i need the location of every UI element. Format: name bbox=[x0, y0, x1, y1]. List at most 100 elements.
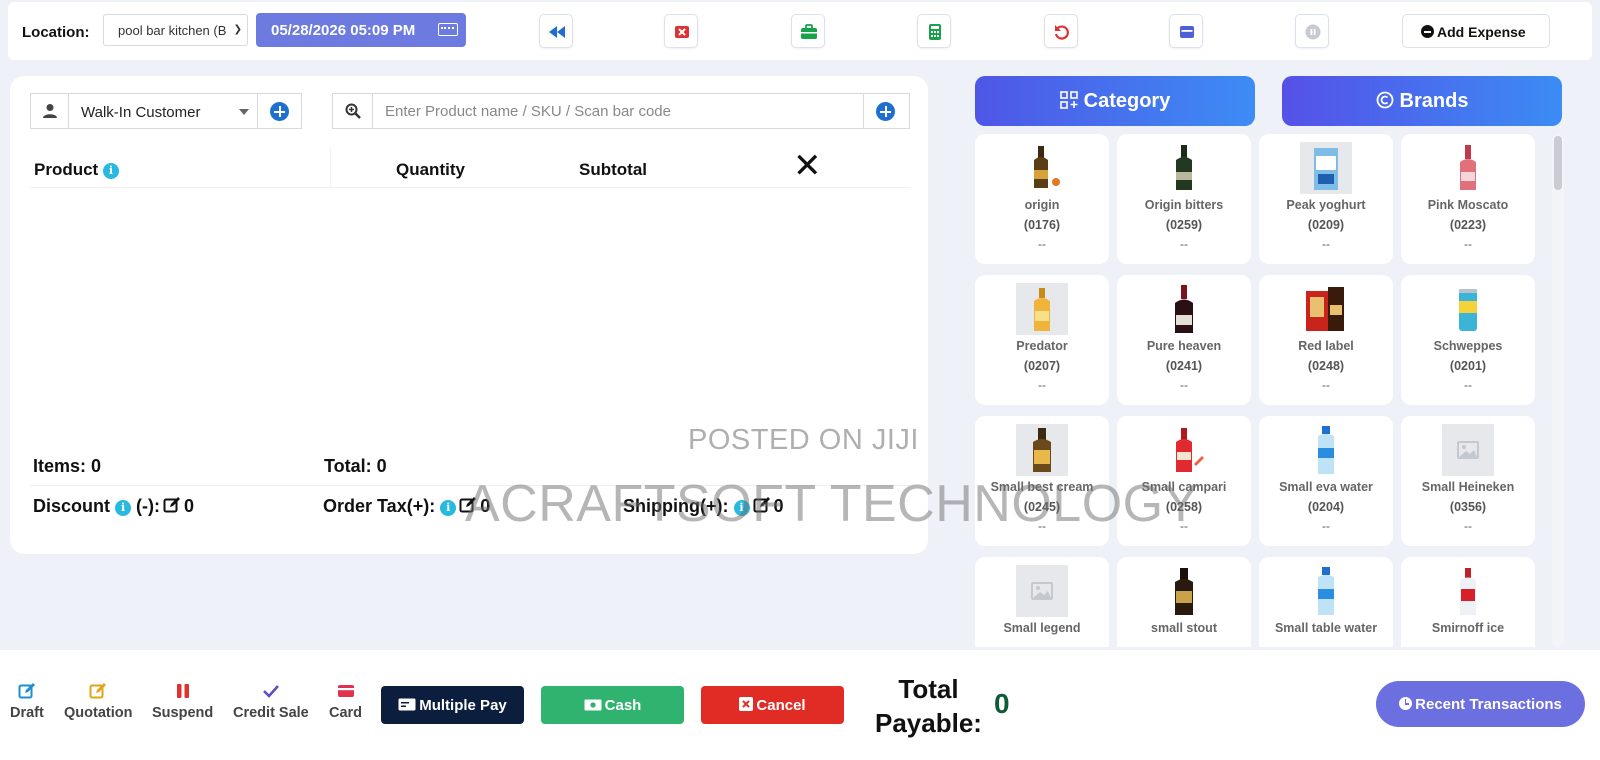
product-card[interactable]: origin (0176) -- bbox=[975, 134, 1109, 264]
product-sku: (0356) bbox=[1449, 500, 1487, 514]
location-select[interactable]: pool bar kitchen (B ❯ bbox=[103, 14, 248, 46]
cancel-button[interactable]: Cancel bbox=[701, 686, 844, 724]
product-sku: (0259) bbox=[1165, 218, 1203, 232]
register-details-button[interactable] bbox=[791, 14, 825, 48]
product-name: Small legend bbox=[1003, 621, 1081, 635]
scrollbar-thumb[interactable] bbox=[1554, 136, 1562, 190]
money-check-icon bbox=[398, 698, 416, 711]
brands-label: Brands bbox=[1399, 90, 1469, 112]
info-icon[interactable]: i bbox=[115, 500, 132, 516]
product-price: -- bbox=[1180, 237, 1188, 251]
close-square-icon bbox=[739, 697, 754, 711]
go-back-button[interactable] bbox=[539, 14, 573, 48]
product-card[interactable]: Pure heaven (0241) -- bbox=[1117, 275, 1251, 405]
transaction-datetime[interactable]: 05/28/2026 05:09 PM bbox=[256, 13, 466, 47]
plus-circle-icon bbox=[876, 102, 895, 121]
total-payable-label: Total Payable: bbox=[875, 674, 982, 738]
recent-transactions-button[interactable]: Recent Transactions bbox=[1376, 681, 1585, 727]
add-customer-button[interactable] bbox=[258, 93, 302, 129]
pause-button[interactable] bbox=[1295, 14, 1329, 48]
product-card[interactable]: Pink Moscato (0223) -- bbox=[1401, 134, 1535, 264]
product-search-input[interactable] bbox=[372, 93, 864, 129]
add-product-button[interactable] bbox=[864, 93, 910, 129]
product-thumbnail bbox=[1016, 565, 1068, 617]
brands-button[interactable]: Brands bbox=[1282, 76, 1562, 126]
items-count: Items: 0 bbox=[33, 456, 102, 476]
product-price: -- bbox=[1322, 378, 1330, 392]
product-name: Red label bbox=[1298, 339, 1354, 353]
product-name: Peak yoghurt bbox=[1286, 198, 1366, 212]
product-card[interactable]: Peak yoghurt (0209) -- bbox=[1259, 134, 1393, 264]
add-expense-button[interactable]: Add Expense bbox=[1402, 14, 1550, 48]
info-icon[interactable]: i bbox=[440, 500, 457, 516]
chevron-down-icon: ❯ bbox=[233, 24, 242, 35]
product-card[interactable]: Small table water bbox=[1259, 557, 1393, 647]
product-price: -- bbox=[1464, 237, 1472, 251]
undo-icon bbox=[1054, 25, 1069, 40]
product-name: Smirnoff ice bbox=[1431, 621, 1505, 635]
product-name: Small eva water bbox=[1279, 480, 1373, 494]
product-card[interactable]: Small eva water (0204) -- bbox=[1259, 416, 1393, 546]
product-name: Pink Moscato bbox=[1427, 198, 1509, 212]
product-name: small stout bbox=[1151, 621, 1217, 635]
product-sku: (0209) bbox=[1307, 218, 1345, 232]
column-quantity: Quantity bbox=[396, 160, 465, 179]
draft-button[interactable]: Draft bbox=[10, 682, 44, 721]
search-plus-icon bbox=[345, 103, 361, 119]
product-card[interactable]: Red label (0248) -- bbox=[1259, 275, 1393, 405]
customer-display-button[interactable] bbox=[1169, 14, 1203, 48]
product-card[interactable]: Small legend bbox=[975, 557, 1109, 647]
total-payable-value: 0 bbox=[994, 688, 1010, 719]
product-price: -- bbox=[1038, 237, 1046, 251]
multiple-pay-button[interactable]: Multiple Pay bbox=[381, 686, 524, 724]
keyboard-icon bbox=[438, 23, 458, 36]
window-icon bbox=[1180, 26, 1194, 38]
product-card[interactable]: Predator (0207) -- bbox=[975, 275, 1109, 405]
product-thumbnail bbox=[1158, 565, 1210, 617]
credit-card-icon bbox=[337, 685, 354, 697]
product-name: origin bbox=[1024, 198, 1060, 212]
edit-icon bbox=[89, 683, 107, 699]
grid-plus-icon bbox=[1059, 91, 1078, 109]
product-card[interactable]: Origin bitters (0259) -- bbox=[1117, 134, 1251, 264]
product-sku: (0207) bbox=[1023, 359, 1061, 373]
product-card[interactable]: Small Heineken (0356) -- bbox=[1401, 416, 1535, 546]
edit-icon bbox=[18, 683, 35, 699]
product-thumbnail bbox=[1300, 424, 1352, 476]
rewind-icon bbox=[549, 26, 565, 38]
plus-circle-icon bbox=[270, 102, 289, 121]
product-thumbnail bbox=[1158, 142, 1210, 194]
location-label: Location: bbox=[22, 24, 90, 41]
close-register-button[interactable] bbox=[664, 14, 698, 48]
calculator-button[interactable] bbox=[917, 14, 951, 48]
check-icon bbox=[262, 685, 279, 698]
customer-select[interactable]: Walk-In Customer bbox=[68, 93, 258, 129]
suspend-button[interactable]: Suspend bbox=[152, 682, 213, 721]
quotation-button[interactable]: Quotation bbox=[64, 682, 132, 721]
edit-icon[interactable] bbox=[163, 496, 181, 514]
product-card[interactable]: Smirnoff ice bbox=[1401, 557, 1535, 647]
product-sku: (0176) bbox=[1023, 218, 1061, 232]
product-card[interactable]: Schweppes (0201) -- bbox=[1401, 275, 1535, 405]
category-label: Category bbox=[1083, 90, 1171, 112]
add-expense-label: Add Expense bbox=[1437, 24, 1526, 40]
discount-value: 0 bbox=[184, 496, 195, 516]
search-icon-box bbox=[332, 93, 372, 129]
product-card[interactable]: small stout bbox=[1117, 557, 1251, 647]
product-thumbnail bbox=[1158, 424, 1210, 476]
cart-table-header: Product i Quantity Subtotal ✕ bbox=[30, 146, 910, 188]
product-grid-scrollbar[interactable] bbox=[1552, 134, 1564, 647]
cash-button[interactable]: Cash bbox=[541, 686, 684, 724]
product-thumbnail bbox=[1016, 424, 1068, 476]
refund-button[interactable] bbox=[1044, 14, 1078, 48]
credit-sale-button[interactable]: Credit Sale bbox=[233, 682, 309, 721]
product-price: -- bbox=[1464, 378, 1472, 392]
customer-icon-box bbox=[30, 93, 68, 129]
category-button[interactable]: Category bbox=[975, 76, 1255, 126]
info-icon[interactable]: i bbox=[102, 163, 119, 179]
bottom-action-bar: Draft Quotation Suspend Credit Sale Card… bbox=[0, 650, 1600, 760]
product-sku: (0201) bbox=[1449, 359, 1487, 373]
product-thumbnail bbox=[1158, 283, 1210, 335]
card-button[interactable]: Card bbox=[329, 682, 362, 721]
watermark-posted: POSTED ON JIJI bbox=[688, 424, 919, 456]
